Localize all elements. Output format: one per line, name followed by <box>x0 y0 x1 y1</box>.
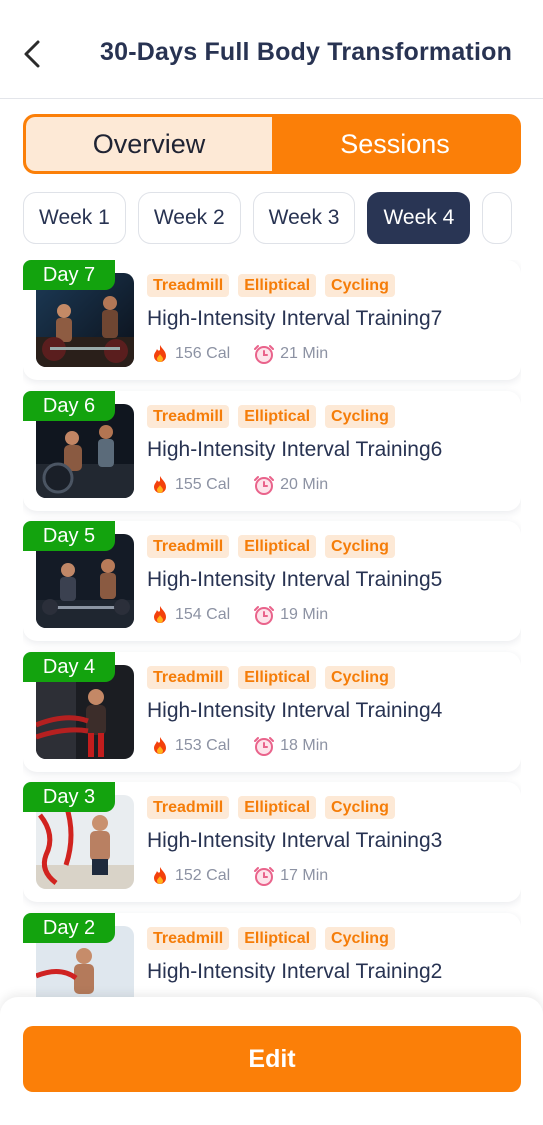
duration-value: 17 Min <box>280 867 329 884</box>
bottom-bar: Edit <box>0 997 543 1125</box>
fire-icon <box>154 345 166 362</box>
week-chip-1[interactable]: Week 1 <box>23 192 126 244</box>
session-meta: 156 Cal 21 Min <box>151 344 352 364</box>
calories-value: 153 Cal <box>175 737 231 754</box>
calories-value: 155 Cal <box>175 476 231 493</box>
tag: Treadmill <box>147 666 230 689</box>
tag: Cycling <box>325 405 395 428</box>
day-badge: Day 3 <box>23 782 115 812</box>
tag-row: Treadmill Elliptical Cycling <box>147 274 395 297</box>
session-card[interactable]: Day 6 Treadmill Elliptical Cycling High-… <box>23 391 521 511</box>
tag: Cycling <box>325 796 395 819</box>
clock-icon <box>254 737 275 756</box>
tag: Elliptical <box>238 927 317 950</box>
fire-icon <box>154 737 166 754</box>
session-title: High-Intensity Interval Training4 <box>147 699 443 722</box>
day-badge: Day 7 <box>23 260 115 290</box>
duration-value: 18 Min <box>280 737 329 754</box>
calories-value: 152 Cal <box>175 867 231 884</box>
tag: Elliptical <box>238 666 317 689</box>
tag: Elliptical <box>238 405 317 428</box>
main-content: Overview Sessions Week 1 Week 2 Week 3 W… <box>0 99 543 1125</box>
calories-value: 156 Cal <box>175 345 231 362</box>
tab-sessions[interactable]: Sessions <box>272 117 518 171</box>
session-meta: 154 Cal 19 Min <box>151 605 352 625</box>
tab-overview[interactable]: Overview <box>26 117 272 171</box>
session-meta: 153 Cal 18 Min <box>151 736 352 756</box>
edit-button[interactable]: Edit <box>23 1026 521 1092</box>
calories-value: 154 Cal <box>175 606 231 623</box>
day-badge: Day 4 <box>23 652 115 682</box>
session-title: High-Intensity Interval Training5 <box>147 568 443 591</box>
duration-value: 21 Min <box>280 345 329 362</box>
tag: Treadmill <box>147 274 230 297</box>
session-list: Day 7 Treadmill Elliptical Cycling High-… <box>23 260 521 1000</box>
duration-value: 19 Min <box>280 606 329 623</box>
session-title: High-Intensity Interval Training7 <box>147 307 443 330</box>
week-chip-4[interactable]: Week 4 <box>367 192 471 244</box>
day-badge: Day 2 <box>23 913 115 943</box>
segmented-control: Overview Sessions <box>23 114 521 174</box>
page-title: 30-Days Full Body Transformation <box>100 38 513 66</box>
session-title: High-Intensity Interval Training6 <box>147 438 443 461</box>
day-badge: Day 5 <box>23 521 115 551</box>
tag: Cycling <box>325 927 395 950</box>
tag-row: Treadmill Elliptical Cycling <box>147 535 395 558</box>
clock-icon <box>254 867 275 886</box>
app-header: 30-Days Full Body Transformation <box>0 0 543 99</box>
tag: Treadmill <box>147 927 230 950</box>
clock-icon <box>254 606 275 625</box>
session-card[interactable]: Day 4 Treadmill Elliptical Cycling High-… <box>23 652 521 772</box>
fire-icon <box>154 476 166 493</box>
tag-row: Treadmill Elliptical Cycling <box>147 405 395 428</box>
tag-row: Treadmill Elliptical Cycling <box>147 666 395 689</box>
session-title: High-Intensity Interval Training3 <box>147 829 443 852</box>
tag: Treadmill <box>147 535 230 558</box>
day-badge: Day 6 <box>23 391 115 421</box>
clock-icon <box>254 476 275 495</box>
week-chip-next[interactable] <box>482 192 513 244</box>
fire-icon <box>154 606 166 623</box>
tag: Treadmill <box>147 796 230 819</box>
clock-icon <box>254 345 275 364</box>
tag: Cycling <box>325 535 395 558</box>
session-card[interactable]: Day 2 Treadmill Elliptical Cycling High-… <box>23 913 521 1000</box>
duration-value: 20 Min <box>280 476 329 493</box>
tag: Treadmill <box>147 405 230 428</box>
tag: Elliptical <box>238 274 317 297</box>
tag: Cycling <box>325 666 395 689</box>
session-title: High-Intensity Interval Training2 <box>147 960 443 983</box>
week-chip-2[interactable]: Week 2 <box>137 192 241 244</box>
tag-row: Treadmill Elliptical Cycling <box>147 796 395 819</box>
session-card[interactable]: Day 3 Treadmill Elliptical Cycling High-… <box>23 782 521 902</box>
session-card[interactable]: Day 5 Treadmill Elliptical Cycling High-… <box>23 521 521 641</box>
tag: Cycling <box>325 274 395 297</box>
fire-icon <box>154 867 166 884</box>
tag-row: Treadmill Elliptical Cycling <box>147 927 395 950</box>
chevron-left-icon <box>24 40 40 68</box>
week-selector: Week 1 Week 2 Week 3 Week 4 <box>23 192 543 244</box>
session-card[interactable]: Day 7 Treadmill Elliptical Cycling High-… <box>23 260 521 380</box>
tag: Elliptical <box>238 796 317 819</box>
session-meta: 152 Cal 17 Min <box>151 866 352 886</box>
back-button[interactable] <box>14 34 50 74</box>
session-meta: 155 Cal 20 Min <box>151 475 352 495</box>
week-chip-3[interactable]: Week 3 <box>252 192 356 244</box>
tag: Elliptical <box>238 535 317 558</box>
